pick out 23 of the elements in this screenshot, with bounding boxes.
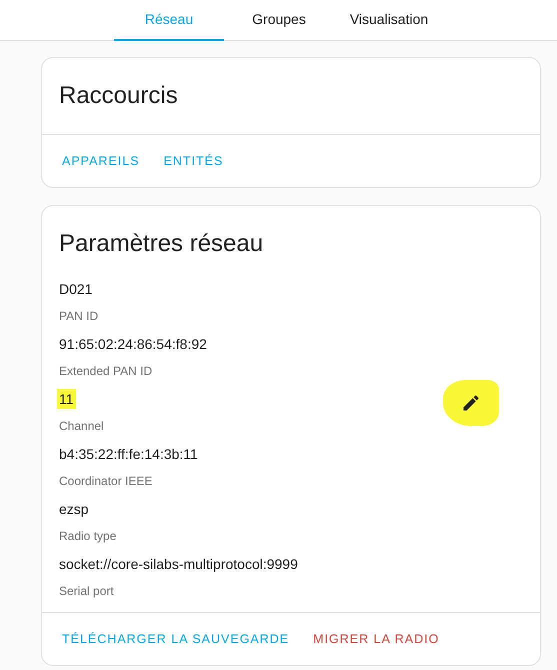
field-value: 11 (57, 389, 76, 409)
field-label: Channel (59, 418, 105, 434)
tab[interactable]: Groupes (224, 0, 334, 41)
field-value: D021 (59, 280, 92, 299)
card-title: Paramètres réseau (58, 229, 264, 259)
card-title: Raccourcis (58, 81, 179, 111)
tab[interactable]: Réseau (114, 0, 224, 41)
field-value: b4:35:22:ff:fe:14:3b:11 (59, 445, 198, 464)
field-value: 91:65:02:24:86:54:f8:92 (59, 335, 207, 354)
field-label: Coordinator IEEE (59, 473, 154, 489)
tab[interactable]: Visualisation (334, 0, 444, 41)
field-label: Radio type (59, 528, 118, 544)
field-label: Extended PAN ID (59, 363, 154, 379)
pencil-icon (461, 393, 481, 413)
action-button[interactable]: MIGRER LA RADIO (303, 621, 450, 657)
field-label: PAN ID (59, 308, 100, 324)
edit-button[interactable] (443, 380, 499, 426)
action-button[interactable]: TÉLÉCHARGER LA SAUVEGARDE (52, 621, 300, 657)
field-label: Serial port (59, 583, 115, 599)
field-value: ezsp (59, 500, 89, 519)
action-button[interactable]: APPAREILS (52, 143, 150, 179)
field-value: socket://core-silabs-multiprotocol:9999 (59, 555, 298, 574)
action-button[interactable]: ENTITÉS (154, 143, 234, 179)
